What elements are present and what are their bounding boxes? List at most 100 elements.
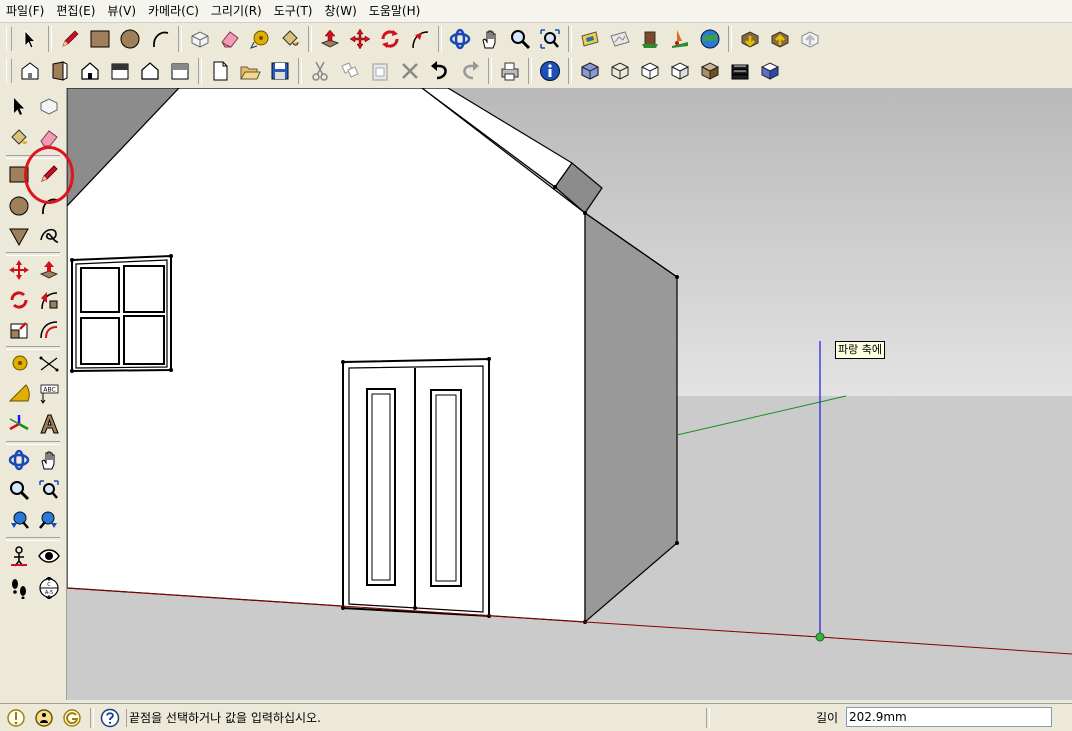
left-3d-text-button[interactable] [36,410,62,438]
select-tool-button[interactable] [17,26,43,52]
menu-window[interactable]: 창(W) [319,0,363,22]
rotate-tool-button[interactable] [377,26,403,52]
left-protractor-button[interactable] [6,380,32,408]
toolbar-grip[interactable] [6,27,12,51]
paint-bucket-button[interactable] [277,26,303,52]
left-arc-button[interactable] [36,192,62,220]
pan-tool-button[interactable] [477,26,503,52]
protractor-icon [8,384,30,402]
google-earth-button[interactable] [697,26,723,52]
top-view-button[interactable] [47,58,73,84]
menu-draw[interactable]: 그리기(R) [205,0,268,22]
toolbar-grip[interactable] [6,59,12,83]
front-view-button[interactable] [77,58,103,84]
left-follow-me-button[interactable] [36,286,62,314]
instructor-button[interactable] [100,708,120,728]
left-text-button[interactable]: ABC [36,380,62,408]
left-section-plane-button[interactable]: C A-5 [36,574,62,602]
geo-location-status[interactable] [6,708,26,728]
menu-camera[interactable]: 카메라(C) [142,0,205,22]
monochrome-style-button[interactable] [727,58,753,84]
new-file-button[interactable] [207,58,233,84]
eraser-tool-button[interactable] [217,26,243,52]
move-tool-button[interactable] [347,26,373,52]
left-look-around-button[interactable] [36,542,62,570]
left-make-component-button[interactable] [36,92,62,120]
left-freehand-button[interactable] [36,222,62,250]
shaded-textures-style-button[interactable] [697,58,723,84]
left-push-pull-button[interactable] [36,256,62,284]
push-pull-button[interactable] [317,26,343,52]
print-button[interactable] [497,58,523,84]
left-select-button[interactable] [6,92,32,120]
circle-tool-button[interactable] [117,26,143,52]
make-component-button[interactable] [187,26,213,52]
arc-tool-button[interactable] [147,26,173,52]
share-model-button[interactable] [767,26,793,52]
wireframe-style-button[interactable] [607,58,633,84]
credits-status[interactable] [34,708,54,728]
pencil-tool-button[interactable] [57,26,83,52]
hidden-line-style-button[interactable] [637,58,663,84]
menu-edit[interactable]: 편집(E) [50,0,101,22]
save-file-button[interactable] [267,58,293,84]
drawing-viewport[interactable]: 파랑 축에 [67,88,1072,700]
get-models-button[interactable] [637,26,663,52]
model-info-button[interactable] [537,58,563,84]
left-rectangle-button[interactable] [6,160,32,188]
left-circle-button[interactable] [6,192,32,220]
zoom-tool-button[interactable] [507,26,533,52]
left-pencil-button[interactable] [36,160,62,188]
share-component-button[interactable] [797,26,823,52]
orbit-tool-button[interactable] [447,26,473,52]
paste-button[interactable] [367,58,393,84]
rectangle-tool-button[interactable] [87,26,113,52]
left-zoom-extents-button[interactable] [36,476,62,504]
status-separator [90,708,94,728]
left-scale-button[interactable] [6,316,32,344]
right-view-button[interactable] [107,58,133,84]
get-models-warehouse-button[interactable] [737,26,763,52]
left-orbit-button[interactable] [6,446,32,474]
add-location-button[interactable] [577,26,603,52]
cut-button[interactable] [307,58,333,84]
left-rotate-button[interactable] [6,286,32,314]
left-tape-measure-button[interactable] [6,350,32,378]
left-eraser-button[interactable] [36,124,62,152]
left-offset-button[interactable] [36,316,62,344]
left-zoom-button[interactable] [6,476,32,504]
left-paint-bucket-button[interactable] [6,124,32,152]
left-pan-button[interactable] [36,446,62,474]
user-status[interactable] [62,708,82,728]
copy-button[interactable] [337,58,363,84]
left-position-camera-button[interactable] [6,542,32,570]
zoom-extents-button[interactable] [537,26,563,52]
follow-me-button[interactable] [407,26,433,52]
menu-file[interactable]: 파일(F) [0,0,50,22]
left-previous-view-button[interactable] [6,506,32,534]
open-file-button[interactable] [237,58,263,84]
back-view-button[interactable] [137,58,163,84]
left-axes-button[interactable] [6,410,32,438]
toggle-terrain-button[interactable] [607,26,633,52]
left-walk-button[interactable] [6,574,32,602]
left-dimension-button[interactable] [36,350,62,378]
tape-measure-button[interactable] [247,26,273,52]
menu-help[interactable]: 도움말(H) [363,0,427,22]
delete-button[interactable] [397,58,423,84]
left-view-button[interactable] [167,58,193,84]
scene-canvas[interactable] [67,88,1072,700]
menu-tools[interactable]: 도구(T) [268,0,319,22]
xray-style-button[interactable] [577,58,603,84]
undo-button[interactable] [427,58,453,84]
measurement-input[interactable]: 202.9mm [846,707,1052,727]
redo-button[interactable] [457,58,483,84]
left-next-view-button[interactable] [36,506,62,534]
left-move-button[interactable] [6,256,32,284]
place-model-button[interactable] [667,26,693,52]
textured-cube-button[interactable] [757,58,783,84]
left-polygon-button[interactable] [6,222,32,250]
shaded-style-button[interactable] [667,58,693,84]
menu-view[interactable]: 뷰(V) [101,0,142,22]
iso-view-button[interactable] [17,58,43,84]
